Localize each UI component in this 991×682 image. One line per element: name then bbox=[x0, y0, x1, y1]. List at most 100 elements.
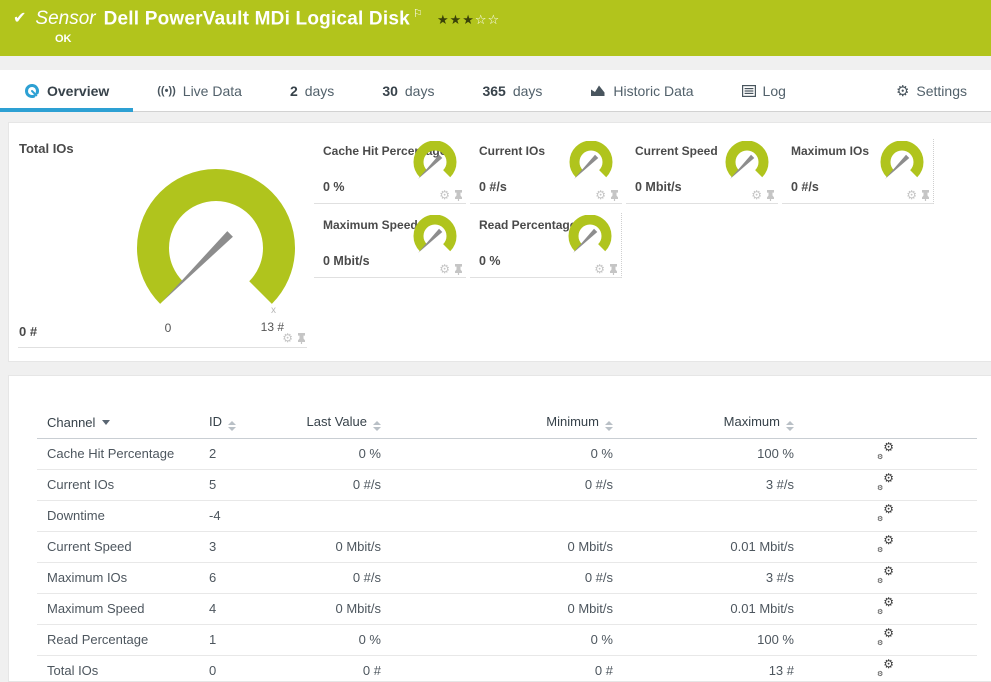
column-header-minimum[interactable]: Minimum bbox=[387, 412, 619, 438]
channel-last-value: 0 #/s bbox=[297, 562, 387, 593]
gauge-cell-current-speed: Current Speed 0 Mbit/s ⚙ bbox=[626, 139, 778, 204]
pin-icon[interactable] bbox=[766, 190, 775, 201]
channel-settings-icon[interactable]: ⚙⚙ bbox=[877, 569, 894, 584]
column-header-last-value[interactable]: Last Value bbox=[297, 412, 387, 438]
channel-maximum: 3 #/s bbox=[619, 562, 800, 593]
channel-name[interactable]: Downtime bbox=[37, 500, 209, 531]
status-badge: OK bbox=[55, 33, 991, 45]
object-kind-label: Sensor bbox=[35, 8, 95, 30]
column-header-actions bbox=[800, 412, 977, 438]
channel-name[interactable]: Current Speed bbox=[37, 531, 209, 562]
gauge-value: 0 % bbox=[479, 254, 501, 268]
tab-365-days[interactable]: 365 days bbox=[458, 70, 566, 111]
priority-stars[interactable]: ★★★☆☆ bbox=[437, 12, 500, 28]
channel-settings-icon[interactable]: ⚙⚙ bbox=[877, 476, 894, 491]
gear-icon[interactable]: ⚙ bbox=[439, 188, 450, 202]
mini-gauge bbox=[411, 141, 459, 187]
channels-panel: Channel ID Last Value Minimum Maximum Ca… bbox=[8, 375, 991, 682]
tab-overview[interactable]: Overview bbox=[0, 70, 133, 111]
tab-2-days[interactable]: 2 days bbox=[266, 70, 358, 111]
gauge-cell-maximum-ios: Maximum IOs 0 #/s ⚙ bbox=[782, 139, 934, 204]
gauge-scale-min: 0 bbox=[157, 321, 179, 335]
mini-gauge bbox=[411, 215, 459, 261]
tab-historic-data[interactable]: Historic Data bbox=[566, 70, 717, 111]
channel-settings-icon[interactable]: ⚙⚙ bbox=[877, 631, 894, 646]
channel-last-value: 0 #/s bbox=[297, 469, 387, 500]
gauge-value: 0 #/s bbox=[791, 180, 819, 194]
channel-last-value: 0 # bbox=[297, 655, 387, 682]
log-icon bbox=[742, 85, 756, 97]
column-header-maximum[interactable]: Maximum bbox=[619, 412, 800, 438]
channel-name[interactable]: Read Percentage bbox=[37, 624, 209, 655]
pin-icon[interactable] bbox=[454, 190, 463, 201]
column-header-id[interactable]: ID bbox=[209, 412, 297, 438]
gauge-tools: ⚙ bbox=[751, 188, 775, 202]
pin-icon[interactable] bbox=[297, 333, 306, 344]
ok-check-icon: ✔ bbox=[13, 8, 26, 28]
gauge-tools: ⚙ bbox=[595, 188, 619, 202]
page-title: Dell PowerVault MDi Logical Disk⚐ bbox=[104, 7, 423, 30]
gear-icon[interactable]: ⚙ bbox=[751, 188, 762, 202]
channel-minimum: 0 % bbox=[387, 438, 619, 469]
secondary-gauges: Cache Hit Percentage 0 % ⚙ Current IOs 0… bbox=[314, 139, 991, 361]
tab-label: days bbox=[405, 83, 435, 99]
channel-last-value bbox=[297, 500, 387, 531]
flag-icon[interactable]: ⚐ bbox=[413, 8, 423, 20]
gauge-max-marker: x bbox=[271, 305, 276, 316]
channel-settings-icon[interactable]: ⚙⚙ bbox=[877, 507, 894, 522]
table-row: Downtime -4 ⚙⚙ bbox=[37, 500, 977, 531]
mini-gauge bbox=[723, 141, 771, 187]
channel-minimum: 0 #/s bbox=[387, 469, 619, 500]
gauge-cell-total-ios: Total IOs 0 x 13 # 0 # ⚙ bbox=[9, 123, 314, 361]
tab-30-days[interactable]: 30 days bbox=[358, 70, 458, 111]
channel-settings-icon[interactable]: ⚙⚙ bbox=[877, 538, 894, 553]
channel-id: 6 bbox=[209, 562, 297, 593]
tab-label: Historic Data bbox=[613, 83, 693, 99]
gear-icon[interactable]: ⚙ bbox=[595, 188, 606, 202]
gauge-cell-current-ios: Current IOs 0 #/s ⚙ bbox=[470, 139, 622, 204]
tab-live-data[interactable]: ((•)) Live Data bbox=[133, 70, 266, 111]
channel-id: 4 bbox=[209, 593, 297, 624]
channel-maximum: 100 % bbox=[619, 438, 800, 469]
channel-name[interactable]: Maximum Speed bbox=[37, 593, 209, 624]
gear-icon[interactable]: ⚙ bbox=[594, 262, 605, 276]
tab-label: days bbox=[305, 83, 335, 99]
channel-last-value: 0 Mbit/s bbox=[297, 593, 387, 624]
channel-maximum: 0.01 Mbit/s bbox=[619, 593, 800, 624]
table-header-row: Channel ID Last Value Minimum Maximum bbox=[37, 412, 977, 438]
gear-icon[interactable]: ⚙ bbox=[282, 331, 293, 345]
table-row: Cache Hit Percentage 2 0 % 0 % 100 % ⚙⚙ bbox=[37, 438, 977, 469]
tab-label: Settings bbox=[916, 83, 967, 99]
channel-name[interactable]: Total IOs bbox=[37, 655, 209, 682]
channel-settings-icon[interactable]: ⚙⚙ bbox=[877, 445, 894, 460]
gauge-value: 0 % bbox=[323, 180, 345, 194]
gear-icon[interactable]: ⚙ bbox=[906, 188, 917, 202]
channel-name[interactable]: Current IOs bbox=[37, 469, 209, 500]
channel-id: 5 bbox=[209, 469, 297, 500]
pin-icon[interactable] bbox=[610, 190, 619, 201]
pin-icon[interactable] bbox=[454, 264, 463, 275]
gear-icon[interactable]: ⚙ bbox=[439, 262, 450, 276]
channel-maximum: 3 #/s bbox=[619, 469, 800, 500]
sensor-header: ✔ Sensor Dell PowerVault MDi Logical Dis… bbox=[0, 0, 991, 56]
tab-settings[interactable]: ⚙ Settings bbox=[872, 70, 991, 111]
gauge-icon bbox=[24, 83, 40, 99]
sort-icon bbox=[786, 421, 794, 431]
table-row: Current IOs 5 0 #/s 0 #/s 3 #/s ⚙⚙ bbox=[37, 469, 977, 500]
chart-icon bbox=[590, 84, 606, 97]
channel-name[interactable]: Maximum IOs bbox=[37, 562, 209, 593]
pin-icon[interactable] bbox=[921, 190, 930, 201]
pin-icon[interactable] bbox=[609, 264, 618, 275]
channel-maximum: 13 # bbox=[619, 655, 800, 682]
column-header-channel[interactable]: Channel bbox=[37, 412, 209, 438]
channel-settings-icon[interactable]: ⚙⚙ bbox=[877, 662, 894, 677]
channels-table: Channel ID Last Value Minimum Maximum Ca… bbox=[37, 412, 977, 682]
tab-log[interactable]: Log bbox=[718, 70, 810, 111]
channel-settings-icon[interactable]: ⚙⚙ bbox=[877, 600, 894, 615]
channel-name[interactable]: Cache Hit Percentage bbox=[37, 438, 209, 469]
gauge-tools: ⚙ bbox=[282, 331, 306, 345]
channel-id: 2 bbox=[209, 438, 297, 469]
mini-gauge bbox=[567, 141, 615, 187]
channel-minimum: 0 #/s bbox=[387, 562, 619, 593]
channel-minimum: 0 Mbit/s bbox=[387, 593, 619, 624]
